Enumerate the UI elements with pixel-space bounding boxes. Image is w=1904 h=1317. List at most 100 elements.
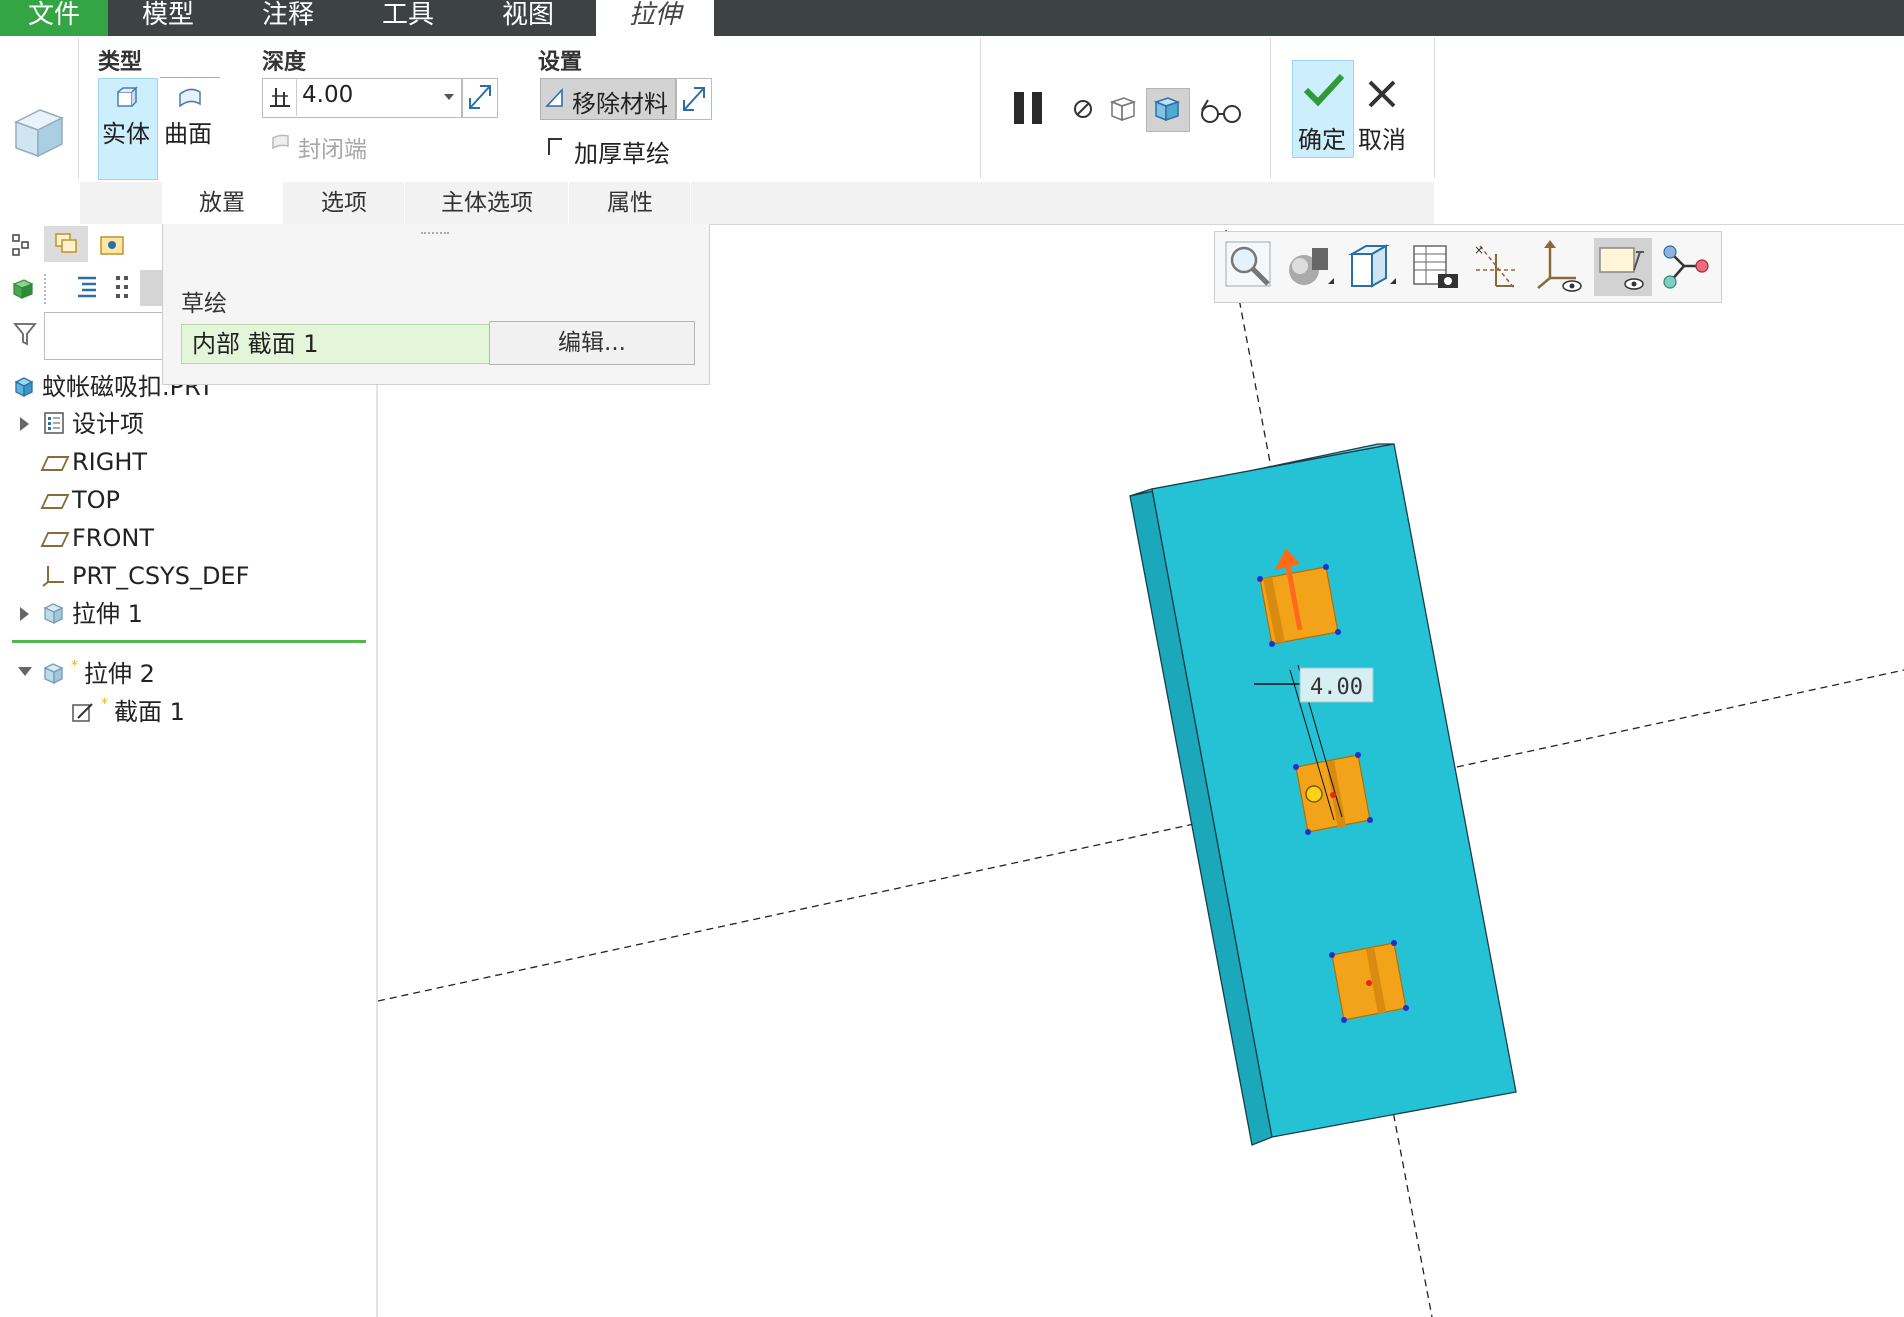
ribbon-separator <box>980 38 981 178</box>
edit-sketch-button[interactable]: 编辑... <box>489 321 695 365</box>
tree-item-right-plane[interactable]: RIGHT <box>40 445 148 479</box>
dashboard-tabs: 放置 选项 主体选项 属性 <box>80 182 1434 224</box>
thicken-sketch-label[interactable]: 加厚草绘 <box>574 134 670 169</box>
menu-tab-tools[interactable]: 工具 <box>348 0 468 36</box>
dimension-value[interactable]: 4.00 <box>1310 675 1363 700</box>
type-divider <box>160 77 220 78</box>
part-icon <box>14 377 34 398</box>
filter-icon[interactable] <box>12 320 38 348</box>
ribbon-separator <box>244 38 245 178</box>
panel-grip[interactable] <box>421 232 449 236</box>
depth-value[interactable]: 4.00 <box>302 82 353 108</box>
tree-item-design-items[interactable]: 设计项 <box>72 407 144 441</box>
menu-bar: 文件 模型 注释 工具 视图 拉伸 <box>0 0 1904 36</box>
ribbon-separator <box>1434 38 1435 178</box>
tree-item-extrude-1[interactable]: 拉伸 1 <box>72 597 143 631</box>
remove-material-label: 移除材料 <box>572 90 668 118</box>
tree-item-label: TOP <box>72 486 121 514</box>
preview-geometry-icon <box>1153 97 1181 122</box>
spin-center-icon[interactable] <box>1532 238 1586 294</box>
model-tree-icon[interactable] <box>10 232 34 258</box>
menu-tab-view[interactable]: 视图 <box>468 0 588 36</box>
extrude-icon <box>43 603 64 625</box>
saved-orientations-icon[interactable] <box>1346 240 1400 292</box>
extrude-feature-icon <box>14 109 64 158</box>
expand-arrow-icon[interactable] <box>20 417 29 431</box>
svg-text:*: * <box>71 658 78 672</box>
new-feature-star-icon: * <box>71 658 78 672</box>
coordinate-system-icon <box>42 566 64 587</box>
sketch-label: 草绘 <box>181 291 227 317</box>
ok-label: 确定 <box>1298 126 1346 154</box>
segmented-preview-icon[interactable] <box>1106 92 1140 126</box>
datum-plane-icon <box>40 493 70 509</box>
placement-panel: 草绘 内部 截面 1 编辑... <box>162 224 710 385</box>
tree-item-csys[interactable]: PRT_CSYS_DEF <box>72 559 249 593</box>
graphics-viewport[interactable]: 4.00 <box>378 224 1904 1317</box>
extrude-icon <box>43 663 64 685</box>
display-style-icon[interactable] <box>1284 240 1338 292</box>
pause-icon[interactable] <box>1010 88 1050 128</box>
tree-filters-icon[interactable] <box>74 272 100 302</box>
depth-drag-handle[interactable] <box>1305 785 1323 803</box>
refit-zoom-icon[interactable] <box>1222 238 1276 292</box>
sketch-icon <box>72 703 93 722</box>
view-manager-icon[interactable] <box>1408 240 1462 294</box>
depth-input-divider <box>296 78 297 116</box>
surface-icon[interactable] <box>176 86 204 110</box>
verify-glasses-icon[interactable] <box>1198 96 1244 126</box>
tree-item-front-plane[interactable]: FRONT <box>40 521 154 555</box>
menu-tab-annotate[interactable]: 注释 <box>228 0 348 36</box>
cancel-label[interactable]: 取消 <box>1358 120 1406 155</box>
show-features-icon[interactable] <box>10 276 36 302</box>
collapse-arrow-icon[interactable] <box>18 667 32 676</box>
tree-settings-button[interactable] <box>140 270 164 306</box>
no-preview-icon[interactable] <box>1068 96 1098 122</box>
menu-tab-model[interactable]: 模型 <box>108 0 228 36</box>
design-items-icon <box>44 412 64 434</box>
depth-dropdown-icon[interactable] <box>443 92 455 102</box>
solid-icon <box>117 86 138 107</box>
tree-item-label: FRONT <box>72 524 154 552</box>
remove-material-icon <box>545 87 563 107</box>
feature-center-point <box>1330 792 1336 798</box>
type-group-title: 类型 <box>98 50 143 75</box>
capped-ends-icon <box>272 134 289 150</box>
tree-item-extrude-2[interactable]: 拉伸 2 <box>84 657 155 691</box>
datum-display-filters-icon[interactable]: × <box>1470 240 1524 294</box>
ribbon-separator <box>1270 38 1271 178</box>
sketch-collector[interactable]: 内部 截面 1 <box>181 324 493 364</box>
surface-label[interactable]: 曲面 <box>164 114 212 149</box>
tab-options[interactable]: 选项 <box>284 182 405 224</box>
svg-text:×: × <box>1474 243 1484 257</box>
datum-plane-icon <box>40 531 70 547</box>
close-icon[interactable] <box>1366 78 1398 110</box>
menu-tab-extrude[interactable]: 拉伸 <box>596 0 714 36</box>
annotation-display-icon <box>1599 247 1644 290</box>
capped-ends-label: 封闭端 <box>298 137 367 163</box>
datum-plane-icon <box>40 455 70 471</box>
datum-axis-horizontal <box>378 669 1904 1002</box>
tree-item-section-1[interactable]: 截面 1 <box>114 695 185 729</box>
tree-columns-icon[interactable] <box>112 272 132 302</box>
tree-item-label: RIGHT <box>72 448 148 476</box>
blind-depth-icon[interactable] <box>266 84 294 112</box>
tree-item-top-plane[interactable]: TOP <box>40 483 121 517</box>
tab-body-options[interactable]: 主体选项 <box>406 182 569 224</box>
tree-search-input[interactable] <box>44 312 168 360</box>
new-feature-star-icon: * <box>101 696 108 710</box>
favorites-folder-icon[interactable] <box>98 230 126 258</box>
toolbar-divider <box>44 274 47 304</box>
tab-placement[interactable]: 放置 <box>162 182 283 224</box>
solid-label: 实体 <box>102 120 150 148</box>
feature-center-point <box>1366 980 1372 986</box>
depth-group-title: 深度 <box>262 50 307 75</box>
settings-group-title: 设置 <box>538 50 583 75</box>
tab-properties[interactable]: 属性 <box>570 182 691 224</box>
display-relations-icon[interactable] <box>1658 240 1712 294</box>
thicken-sketch-icon[interactable] <box>546 136 566 158</box>
menu-tab-file[interactable]: 文件 <box>0 0 108 36</box>
svg-text:*: * <box>101 696 108 710</box>
expand-arrow-icon[interactable] <box>20 607 29 621</box>
insert-indicator <box>12 640 366 643</box>
